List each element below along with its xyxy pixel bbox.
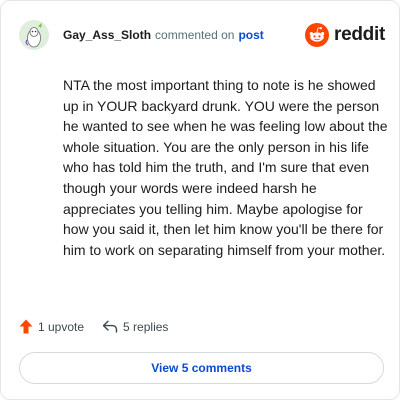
reddit-wordmark: reddit (334, 24, 385, 45)
comment-card: Gay_Ass_Sloth commented on post reddit N… (0, 0, 400, 400)
upvote-count-label: 1 upvote (38, 319, 85, 334)
reddit-brand[interactable]: reddit (305, 23, 385, 47)
reply-arrow-icon (102, 320, 118, 333)
post-link[interactable]: post (238, 28, 263, 42)
commented-on-text: commented on (155, 28, 235, 42)
reddit-logo-icon (305, 23, 330, 47)
comment-header: Gay_Ass_Sloth commented on post reddit (19, 19, 385, 51)
replies-count-label: 5 replies (123, 319, 169, 334)
username-link[interactable]: Gay_Ass_Sloth (63, 28, 151, 42)
comment-meta: Gay_Ass_Sloth commented on post (63, 28, 264, 42)
snoo-avatar-icon[interactable] (19, 20, 49, 50)
view-comments-button[interactable]: View 5 comments (19, 352, 384, 384)
comment-body: NTA the most important thing to note is … (63, 77, 388, 258)
upvote-arrow-icon (19, 319, 33, 334)
comment-actions: 1 upvote 5 replies (19, 319, 168, 334)
replies-button[interactable]: 5 replies (102, 320, 168, 334)
upvote-button[interactable]: 1 upvote (19, 319, 84, 334)
